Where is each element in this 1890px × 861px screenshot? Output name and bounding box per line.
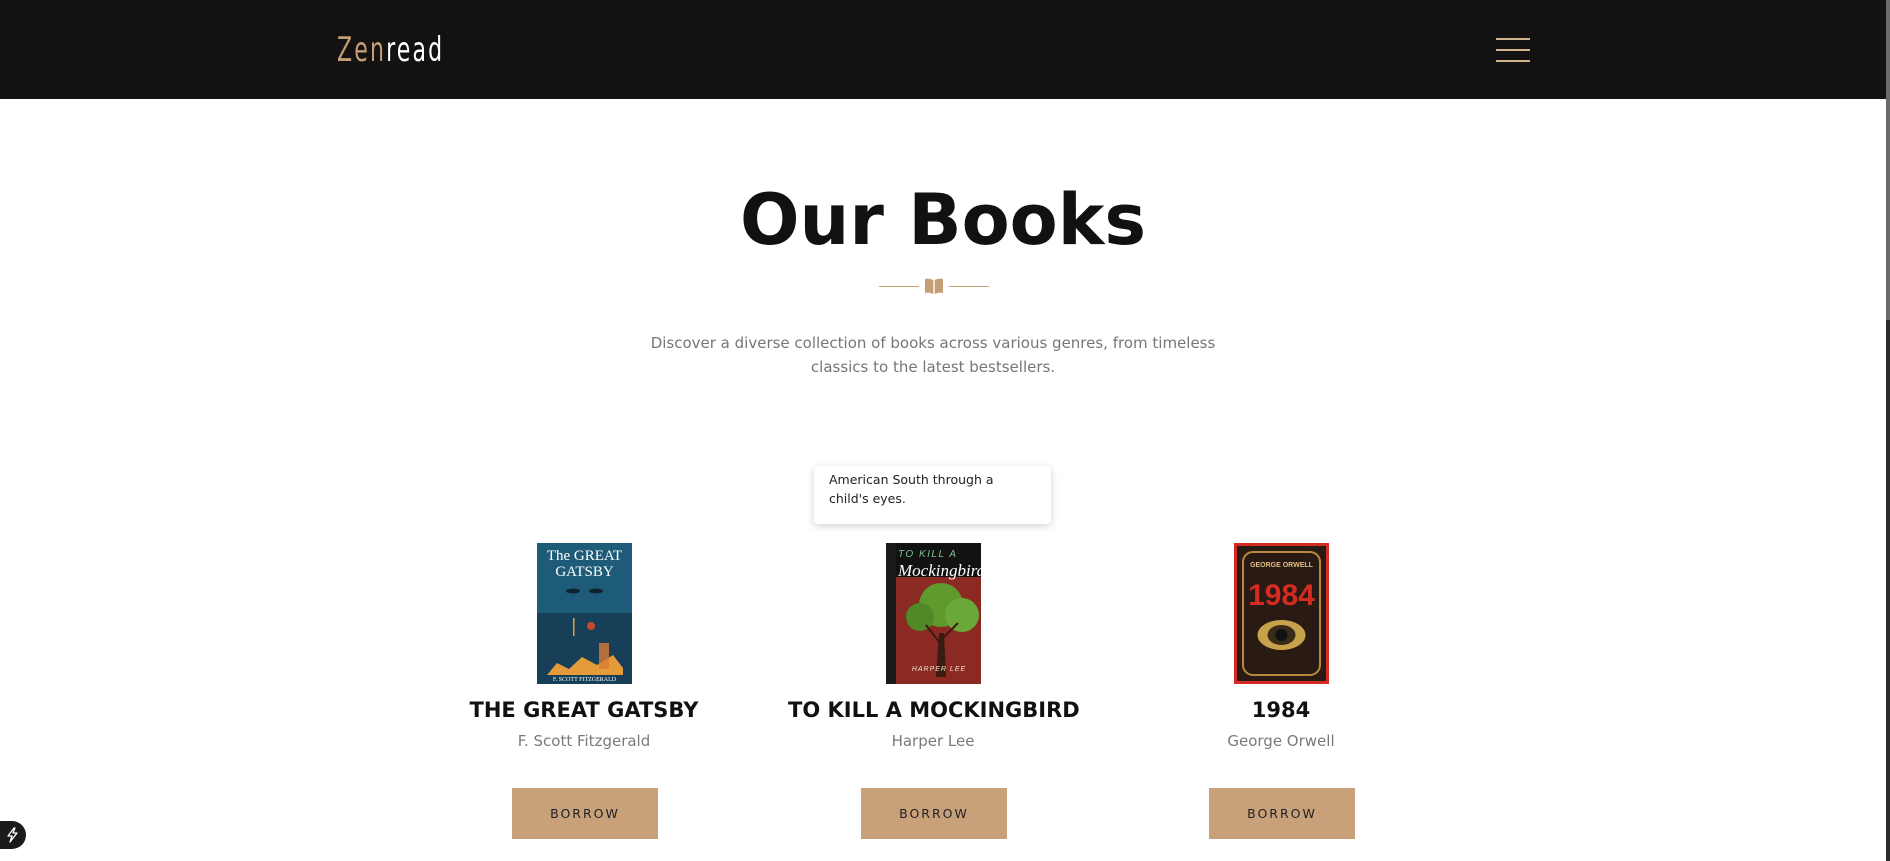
svg-text:GEORGE ORWELL: GEORGE ORWELL [1250, 562, 1314, 569]
open-book-icon [925, 278, 943, 294]
book-author: Harper Lee [891, 732, 975, 750]
svg-text:The GREAT: The GREAT [547, 548, 622, 564]
svg-text:GATSBY: GATSBY [555, 564, 614, 580]
borrow-button[interactable]: BORROW [512, 788, 658, 839]
borrow-button[interactable]: BORROW [1209, 788, 1355, 839]
brand-logo[interactable]: Zenread [337, 30, 444, 70]
top-navbar: Zenread [0, 0, 1886, 99]
book-cover-to-kill-a-mockingbird[interactable]: TO KILL A Mockingbird HARPER LEE [886, 543, 981, 684]
book-title: 1984 [1251, 698, 1311, 722]
book-card: TO KILL A Mockingbird HARPER LEE TO KILL… [788, 541, 1080, 841]
book-card: The GREAT GATSBY F. SCOTT FITZGERALD THE… [439, 541, 729, 841]
book-title: TO KILL A MOCKINGBIRD [788, 698, 1080, 722]
book-cover-1984[interactable]: GEORGE ORWELL 1984 [1234, 543, 1329, 684]
lightning-icon [7, 827, 18, 843]
dev-tools-badge[interactable] [0, 821, 26, 849]
svg-text:HARPER LEE: HARPER LEE [912, 666, 966, 673]
borrow-button[interactable]: BORROW [861, 788, 1007, 839]
svg-text:Mockingbird: Mockingbird [897, 561, 981, 580]
book-author: George Orwell [1227, 732, 1335, 750]
title-divider [879, 275, 989, 297]
section-description: Discover a diverse collection of books a… [650, 334, 1216, 376]
svg-text:1984: 1984 [1248, 579, 1315, 612]
book-title: THE GREAT GATSBY [469, 698, 699, 722]
book-author: F. Scott Fitzgerald [517, 732, 651, 750]
brand-name-part2: read [386, 30, 445, 70]
page-title: Our Books [740, 179, 1146, 261]
book-description-tooltip: American South through a child's eyes. [814, 466, 1051, 524]
page-scrollbar[interactable] [1886, 0, 1890, 861]
svg-text:F. SCOTT FITZGERALD: F. SCOTT FITZGERALD [553, 677, 617, 683]
hamburger-menu-icon[interactable] [1496, 36, 1530, 64]
svg-text:TO KILL A: TO KILL A [898, 549, 957, 560]
scrollbar-thumb[interactable] [1886, 0, 1890, 320]
book-card: GEORGE ORWELL 1984 1984 George Orwell BO… [1136, 541, 1426, 841]
brand-name-part1: Zen [337, 30, 387, 70]
book-cover-great-gatsby[interactable]: The GREAT GATSBY F. SCOTT FITZGERALD [537, 543, 632, 684]
tooltip-text: American South through a child's eyes. [829, 472, 994, 506]
